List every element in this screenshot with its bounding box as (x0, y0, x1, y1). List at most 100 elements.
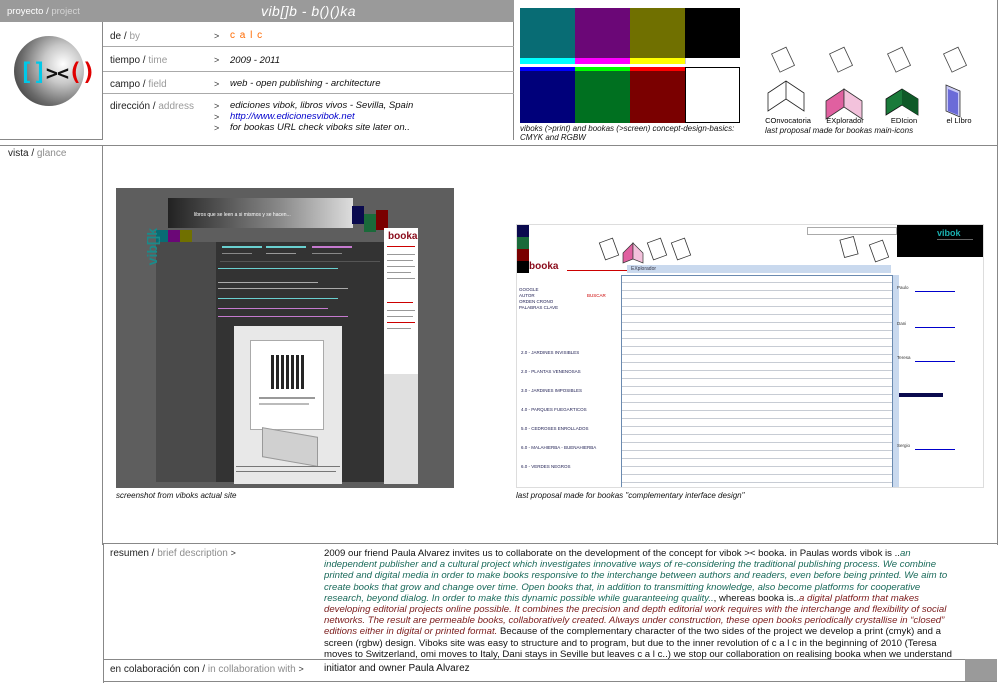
swatch-cyan-dark (520, 8, 575, 58)
deco-block (180, 230, 192, 242)
small-book-icon-3 (887, 46, 912, 73)
left-nav: GOOGLE AUTOR ORDEN CRONO PALABRAS CLAVE (519, 287, 558, 311)
vibok-vertical-logo: vib[]k (144, 228, 160, 266)
tab-icon-6[interactable] (868, 239, 890, 263)
color-caption: viboks (>print) and bookas (>screen) con… (520, 124, 735, 142)
icon-label-convocatoria: COnvocatoria (765, 116, 811, 125)
book-stack (262, 427, 318, 467)
right-screenshot-caption: last proposal made for bookas "complemen… (516, 491, 745, 500)
booka-sidebar: booka (384, 228, 418, 374)
tab-icon-5[interactable] (839, 236, 859, 258)
vista-gutter (0, 161, 103, 545)
small-book-icon-2 (829, 46, 854, 73)
section-list: 2.0 - JARDINES INVISIBLES 2.0 - PLANTAS … (521, 343, 596, 476)
arrow-glyphs: > > > (214, 101, 220, 133)
tiempo-value: 2009 - 2011 (230, 55, 281, 66)
swatch-black (685, 8, 740, 58)
arrow-glyph: > (214, 55, 220, 65)
logo-text: []><() (19, 58, 96, 86)
user-sergio[interactable]: Sergio (897, 443, 910, 448)
resumen-left-line (103, 543, 104, 683)
vibok-site-screenshot: libros que se leen a si mismos y se hace… (116, 188, 454, 488)
deco-block (364, 214, 376, 232)
nav-palabras[interactable]: PALABRAS CLAVE (519, 305, 558, 311)
vista-divider (102, 163, 103, 543)
arrow-glyph: > (214, 31, 220, 41)
deco-block (376, 210, 388, 230)
book-outline-icon (767, 80, 805, 112)
vista-line (103, 145, 997, 146)
deco-block (517, 225, 529, 237)
address-lines: ediciones vibok, libros vivos - Sevilla,… (230, 100, 510, 133)
row-tiempo: tiempo / time > 2009 - 2011 (103, 47, 514, 72)
small-book-icon-1 (771, 46, 796, 73)
book-green-icon (885, 88, 919, 116)
deco-block (517, 261, 529, 273)
book-blue-icon (945, 84, 961, 118)
project-description: 2009 our friend Paula Alvarez invites us… (324, 548, 952, 660)
strip-cyan (520, 58, 575, 64)
row-de: de / by > c a l c (103, 22, 514, 47)
strip-yellow (630, 58, 685, 64)
swatch-blue (520, 71, 575, 123)
project-label: project (51, 6, 80, 17)
section-item[interactable]: 6.0 - VERDES NEGROS (521, 457, 596, 476)
color-swatch-panel (520, 8, 740, 123)
corner-block (965, 659, 997, 681)
booka-logo: booka (388, 231, 418, 242)
row-direccion: dirección / address > > > ediciones vibok,… (103, 94, 514, 140)
section-item[interactable]: 4.0 - PARQUES FUEGARTICOS (521, 400, 596, 419)
address-line3: for bookas URL check viboks site later o… (230, 122, 410, 133)
icon-label-libro: el LIbro (946, 116, 972, 125)
booka-interface-proposal: booka vibok EXplorador GOOGLE AUTOR ORDE… (516, 224, 984, 488)
tab-icon-4[interactable] (670, 237, 692, 261)
qr-code-icon (271, 355, 305, 389)
icon-strip (598, 236, 890, 264)
proyecto-tab: proyecto / project (0, 0, 103, 22)
search-button[interactable]: BUSCAR (587, 293, 606, 298)
user-teresa[interactable]: Teresa (897, 355, 911, 360)
arrow-glyph: > (214, 79, 220, 89)
deco-block (352, 206, 364, 224)
strip-magenta (575, 58, 630, 64)
swatch-green (575, 71, 630, 123)
tab-icon-3[interactable] (646, 237, 668, 261)
section-item[interactable]: 2.0 - JARDINES INVISIBLES (521, 343, 596, 362)
resumen-top-line (103, 543, 998, 544)
icon-label-edicion: EDIcion (890, 116, 918, 125)
booka-sidebar-bottom (384, 374, 418, 484)
swatch-red (630, 71, 685, 123)
user-paulo[interactable]: Paulo (897, 285, 909, 290)
tiempo-label: tiempo / time (110, 55, 168, 66)
swatch-white (685, 67, 740, 123)
vista-tab: vista / glance (0, 145, 103, 161)
resumen-label: resumen / brief description > (110, 548, 236, 559)
vibok-side-col (156, 242, 216, 482)
vibok-header: vibok (897, 225, 983, 257)
vibok-banner-text: libros que se leen a si mismos y se hace… (194, 212, 291, 218)
user-dani[interactable]: Dani (897, 321, 906, 326)
section-item[interactable]: 5.0 - CEDROSES ENROLLADOS (521, 419, 596, 438)
small-book-icon-4 (943, 46, 968, 73)
strip-white (685, 58, 740, 64)
vista-label: vista / glance (8, 148, 67, 159)
tab-icon-convocatoria[interactable] (598, 237, 620, 261)
vibok-link[interactable]: http://www.edicionesvibok.net (230, 111, 355, 122)
deco-block (168, 230, 180, 242)
campo-label: campo / field (110, 79, 167, 90)
vibok-nav (220, 244, 380, 262)
tab-icon-explorador[interactable] (622, 242, 644, 264)
icons-caption: last proposal made for bookas main-icons (765, 126, 914, 135)
row-campo: campo / field > web - open publishing - … (103, 72, 514, 94)
collab-value: initiator and owner Paula Alvarez (324, 663, 470, 674)
collab-bottom-line (103, 681, 997, 682)
right-users-panel: Paulo Dani Teresa Sergio (897, 275, 983, 487)
left-screenshot-caption: screenshot from viboks actual site (116, 491, 237, 500)
section-item[interactable]: 2.0 - PLANTAS VENENOSAS (521, 362, 596, 381)
deco-block (517, 249, 529, 261)
section-item[interactable]: 6.0 - MALAHIERBA - BUENAHIERBA (521, 438, 596, 457)
swatch-magenta-dark (575, 8, 630, 58)
text-content-area (621, 275, 893, 487)
page-title: vib[]b - b()()ka (103, 0, 514, 22)
section-item[interactable]: 3.0 - JARDINES IMPOSIBLES (521, 381, 596, 400)
